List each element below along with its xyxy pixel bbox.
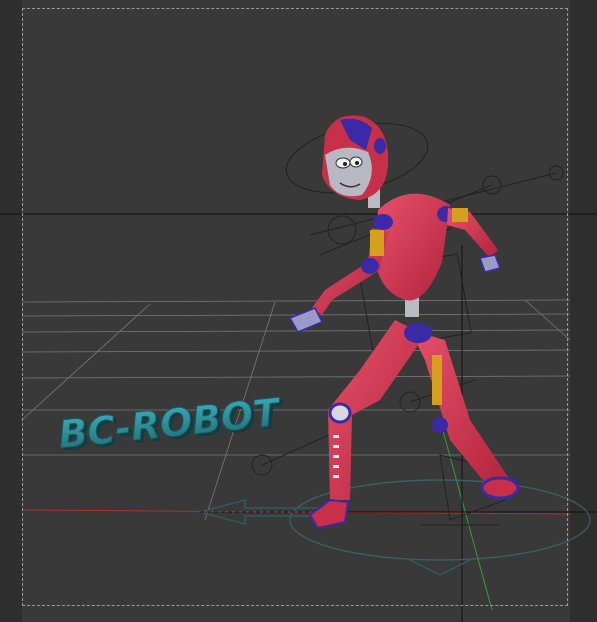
3d-viewport[interactable]: BC-ROBOT BC-ROBOT — [0, 0, 597, 622]
robot-ear — [374, 138, 386, 154]
scene-canvas[interactable]: BC-ROBOT BC-ROBOT — [0, 0, 597, 622]
robot-left-elbow — [361, 258, 379, 274]
robot-back-knee — [432, 417, 448, 433]
robot-right-arm-piston — [452, 208, 468, 222]
robot-shoulder-left — [373, 214, 393, 230]
robot-front-knee — [328, 402, 352, 424]
right-margin — [570, 0, 597, 622]
robot-hip-joint — [404, 323, 432, 343]
robot-back-foot — [480, 476, 520, 500]
left-margin — [0, 0, 22, 622]
robot-left-arm-piston — [370, 230, 384, 256]
robot-eye-left — [335, 157, 351, 169]
viewport-background — [0, 0, 597, 622]
robot-pupil-left — [343, 162, 347, 166]
robot-pupil-right — [355, 161, 359, 165]
robot-back-leg-piston — [432, 355, 442, 405]
